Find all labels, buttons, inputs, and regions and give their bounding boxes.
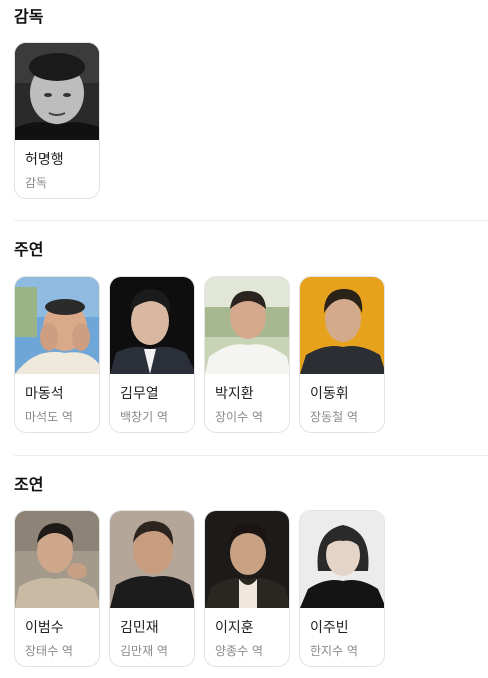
person-card[interactable]: 김민재 김만재 역 xyxy=(109,510,195,667)
section-title-director: 감독 xyxy=(14,7,44,26)
person-photo xyxy=(300,277,384,374)
person-card[interactable]: 마동석 마석도 역 xyxy=(14,276,100,433)
person-role: 감독 xyxy=(25,176,48,190)
person-role: 장동철 역 xyxy=(310,410,358,424)
person-card[interactable]: 이범수 장태수 역 xyxy=(14,510,100,667)
person-photo xyxy=(110,277,194,374)
person-name: 이지훈 xyxy=(215,620,254,636)
person-card[interactable]: 허명행 감독 xyxy=(14,42,100,199)
person-name: 마동석 xyxy=(25,386,64,402)
person-role: 양종수 역 xyxy=(215,644,263,658)
director-cards: 허명행 감독 xyxy=(14,42,100,199)
person-role: 마석도 역 xyxy=(25,410,73,424)
person-name: 김무열 xyxy=(120,386,159,402)
person-card[interactable]: 이동휘 장동철 역 xyxy=(299,276,385,433)
person-card[interactable]: 박지환 장이수 역 xyxy=(204,276,290,433)
person-photo xyxy=(205,511,289,608)
person-card[interactable]: 김무열 백창기 역 xyxy=(109,276,195,433)
person-name: 박지환 xyxy=(215,386,254,402)
section-divider xyxy=(14,220,488,221)
section-title-lead: 주연 xyxy=(14,240,44,259)
person-photo xyxy=(300,511,384,608)
section-divider xyxy=(14,455,488,456)
supporting-cards: 이범수 장태수 역 김민재 김만재 역 이지훈 양종수 역 이주빈 한지수 역 xyxy=(14,510,385,667)
lead-cards: 마동석 마석도 역 김무열 백창기 역 박지환 장이수 역 이동휘 장동철 역 xyxy=(14,276,385,433)
person-role: 김만재 역 xyxy=(120,644,168,658)
person-role: 백창기 역 xyxy=(120,410,168,424)
person-photo xyxy=(205,277,289,374)
person-role: 장이수 역 xyxy=(215,410,263,424)
person-name: 이동휘 xyxy=(310,386,349,402)
person-photo xyxy=(15,277,99,374)
person-name: 김민재 xyxy=(120,620,159,636)
person-photo xyxy=(110,511,194,608)
person-photo xyxy=(15,43,99,140)
person-role: 장태수 역 xyxy=(25,644,73,658)
person-card[interactable]: 이주빈 한지수 역 xyxy=(299,510,385,667)
person-card[interactable]: 이지훈 양종수 역 xyxy=(204,510,290,667)
person-name: 이범수 xyxy=(25,620,64,636)
person-role: 한지수 역 xyxy=(310,644,358,658)
person-name: 허명행 xyxy=(25,152,64,168)
person-photo xyxy=(15,511,99,608)
person-name: 이주빈 xyxy=(310,620,349,636)
section-title-supporting: 조연 xyxy=(14,475,44,494)
